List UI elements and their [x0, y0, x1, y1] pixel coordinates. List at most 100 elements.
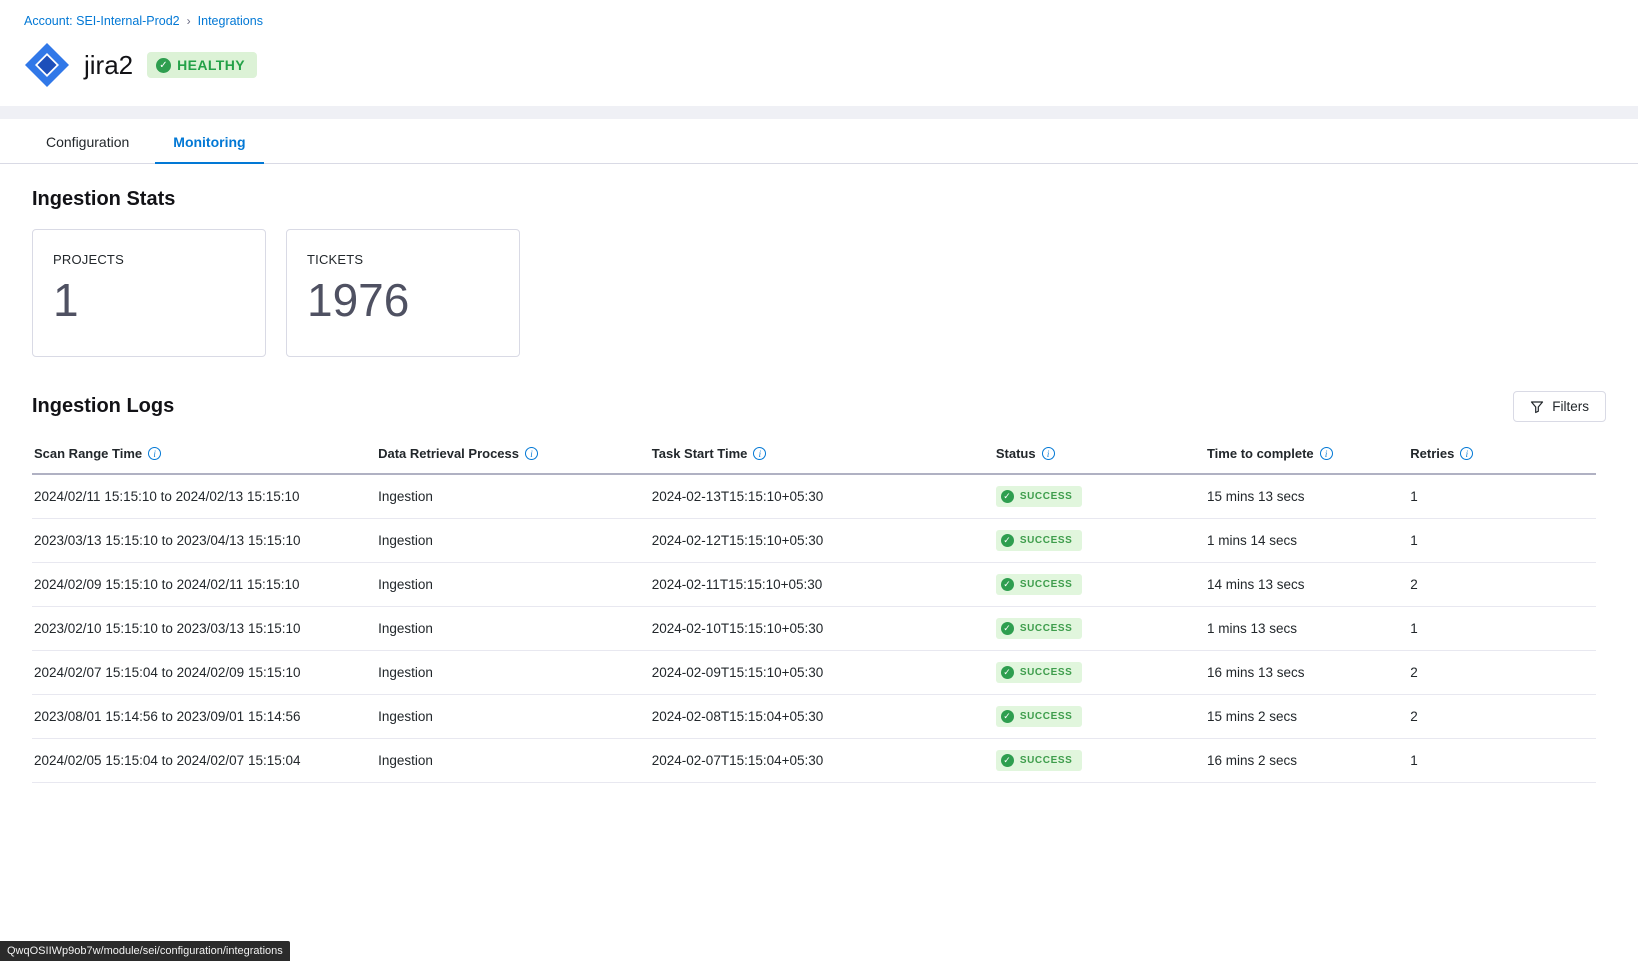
- jira-logo-icon: [24, 42, 70, 88]
- table-row: 2024/02/11 15:15:10 to 2024/02/13 15:15:…: [32, 474, 1596, 519]
- column-header-scan-range: Scan Range Timei: [32, 436, 376, 474]
- info-icon[interactable]: i: [1460, 447, 1473, 460]
- stat-label: TICKETS: [307, 252, 499, 267]
- tab-monitoring[interactable]: Monitoring: [155, 119, 263, 164]
- retries-cell: 1: [1408, 607, 1596, 651]
- info-icon[interactable]: i: [148, 447, 161, 460]
- process-cell: Ingestion: [376, 474, 650, 519]
- task-start-cell: 2024-02-07T15:15:04+05:30: [650, 739, 994, 783]
- scan-range-cell: 2024/02/05 15:15:04 to 2024/02/07 15:15:…: [32, 739, 376, 783]
- time-to-complete-cell: 15 mins 13 secs: [1205, 474, 1408, 519]
- table-row: 2023/08/01 15:14:56 to 2023/09/01 15:14:…: [32, 695, 1596, 739]
- time-to-complete-cell: 14 mins 13 secs: [1205, 563, 1408, 607]
- column-header-retries: Retriesi: [1408, 436, 1596, 474]
- stat-value: 1: [53, 277, 245, 323]
- scan-range-cell: 2024/02/09 15:15:10 to 2024/02/11 15:15:…: [32, 563, 376, 607]
- status-badge-label: SUCCESS: [1020, 491, 1073, 502]
- status-badge: ✓ SUCCESS: [996, 706, 1083, 727]
- statusbar-url: QwqOSIIWp9ob7w/module/sei/configuration/…: [0, 941, 290, 961]
- process-cell: Ingestion: [376, 739, 650, 783]
- ingestion-logs-title: Ingestion Logs: [32, 395, 174, 418]
- process-cell: Ingestion: [376, 519, 650, 563]
- time-to-complete-cell: 1 mins 13 secs: [1205, 607, 1408, 651]
- task-start-cell: 2024-02-08T15:15:04+05:30: [650, 695, 994, 739]
- process-cell: Ingestion: [376, 651, 650, 695]
- status-badge: ✓ SUCCESS: [996, 530, 1083, 551]
- info-icon[interactable]: i: [753, 447, 766, 460]
- process-cell: Ingestion: [376, 563, 650, 607]
- status-badge-label: SUCCESS: [1020, 667, 1073, 678]
- page-header: Account: SEI-Internal-Prod2 › Integratio…: [0, 0, 1638, 106]
- stat-card-tickets: TICKETS 1976: [286, 229, 520, 357]
- stat-label: PROJECTS: [53, 252, 245, 267]
- health-badge-label: HEALTHY: [177, 57, 245, 73]
- status-cell: ✓ SUCCESS: [994, 695, 1205, 739]
- retries-cell: 1: [1408, 519, 1596, 563]
- task-start-cell: 2024-02-13T15:15:10+05:30: [650, 474, 994, 519]
- info-icon[interactable]: i: [525, 447, 538, 460]
- status-badge: ✓ SUCCESS: [996, 662, 1083, 683]
- status-badge: ✓ SUCCESS: [996, 750, 1083, 771]
- table-row: 2023/02/10 15:15:10 to 2023/03/13 15:15:…: [32, 607, 1596, 651]
- breadcrumb-separator-icon: ›: [187, 14, 191, 28]
- stat-cards: PROJECTS 1 TICKETS 1976: [32, 229, 1606, 357]
- ingestion-logs-table: Scan Range Timei Data Retrieval Processi…: [32, 436, 1606, 783]
- table-row: 2024/02/05 15:15:04 to 2024/02/07 15:15:…: [32, 739, 1596, 783]
- info-icon[interactable]: i: [1320, 447, 1333, 460]
- column-header-status: Statusi: [994, 436, 1205, 474]
- check-circle-icon: ✓: [1001, 754, 1014, 767]
- process-cell: Ingestion: [376, 607, 650, 651]
- check-circle-icon: ✓: [1001, 710, 1014, 723]
- breadcrumb-integrations-link[interactable]: Integrations: [198, 14, 263, 28]
- column-header-process: Data Retrieval Processi: [376, 436, 650, 474]
- status-badge-label: SUCCESS: [1020, 579, 1073, 590]
- health-status-badge: ✓ HEALTHY: [147, 52, 257, 78]
- task-start-cell: 2024-02-11T15:15:10+05:30: [650, 563, 994, 607]
- table-row: 2024/02/07 15:15:04 to 2024/02/09 15:15:…: [32, 651, 1596, 695]
- check-circle-icon: ✓: [156, 58, 171, 73]
- breadcrumb-account-link[interactable]: Account: SEI-Internal-Prod2: [24, 14, 180, 28]
- funnel-icon: [1530, 400, 1544, 414]
- tab-configuration[interactable]: Configuration: [28, 119, 147, 164]
- scan-range-cell: 2024/02/07 15:15:04 to 2024/02/09 15:15:…: [32, 651, 376, 695]
- retries-cell: 2: [1408, 563, 1596, 607]
- scan-range-cell: 2023/02/10 15:15:10 to 2023/03/13 15:15:…: [32, 607, 376, 651]
- scan-range-cell: 2024/02/11 15:15:10 to 2024/02/13 15:15:…: [32, 474, 376, 519]
- table-header-row: Scan Range Timei Data Retrieval Processi…: [32, 436, 1596, 474]
- check-circle-icon: ✓: [1001, 578, 1014, 591]
- scan-range-cell: 2023/03/13 15:15:10 to 2023/04/13 15:15:…: [32, 519, 376, 563]
- retries-cell: 1: [1408, 474, 1596, 519]
- check-circle-icon: ✓: [1001, 534, 1014, 547]
- status-cell: ✓ SUCCESS: [994, 607, 1205, 651]
- column-header-time-to-complete: Time to completei: [1205, 436, 1408, 474]
- breadcrumb: Account: SEI-Internal-Prod2 › Integratio…: [24, 14, 1614, 28]
- process-cell: Ingestion: [376, 695, 650, 739]
- time-to-complete-cell: 16 mins 13 secs: [1205, 651, 1408, 695]
- tab-bar: Configuration Monitoring: [0, 119, 1638, 164]
- integration-title: jira2: [84, 50, 133, 81]
- check-circle-icon: ✓: [1001, 490, 1014, 503]
- status-badge-label: SUCCESS: [1020, 711, 1073, 722]
- status-badge-label: SUCCESS: [1020, 755, 1073, 766]
- table-row: 2023/03/13 15:15:10 to 2023/04/13 15:15:…: [32, 519, 1596, 563]
- filters-button-label: Filters: [1552, 399, 1589, 414]
- column-header-task-start: Task Start Timei: [650, 436, 994, 474]
- retries-cell: 1: [1408, 739, 1596, 783]
- stat-value: 1976: [307, 277, 499, 323]
- status-badge: ✓ SUCCESS: [996, 618, 1083, 639]
- status-badge: ✓ SUCCESS: [996, 574, 1083, 595]
- table-row: 2024/02/09 15:15:10 to 2024/02/11 15:15:…: [32, 563, 1596, 607]
- info-icon[interactable]: i: [1042, 447, 1055, 460]
- section-divider: [0, 106, 1638, 119]
- ingestion-stats-title: Ingestion Stats: [32, 188, 1606, 211]
- status-cell: ✓ SUCCESS: [994, 563, 1205, 607]
- task-start-cell: 2024-02-09T15:15:10+05:30: [650, 651, 994, 695]
- retries-cell: 2: [1408, 695, 1596, 739]
- status-badge: ✓ SUCCESS: [996, 486, 1083, 507]
- status-cell: ✓ SUCCESS: [994, 519, 1205, 563]
- status-cell: ✓ SUCCESS: [994, 739, 1205, 783]
- check-circle-icon: ✓: [1001, 666, 1014, 679]
- filters-button[interactable]: Filters: [1513, 391, 1606, 422]
- status-cell: ✓ SUCCESS: [994, 474, 1205, 519]
- check-circle-icon: ✓: [1001, 622, 1014, 635]
